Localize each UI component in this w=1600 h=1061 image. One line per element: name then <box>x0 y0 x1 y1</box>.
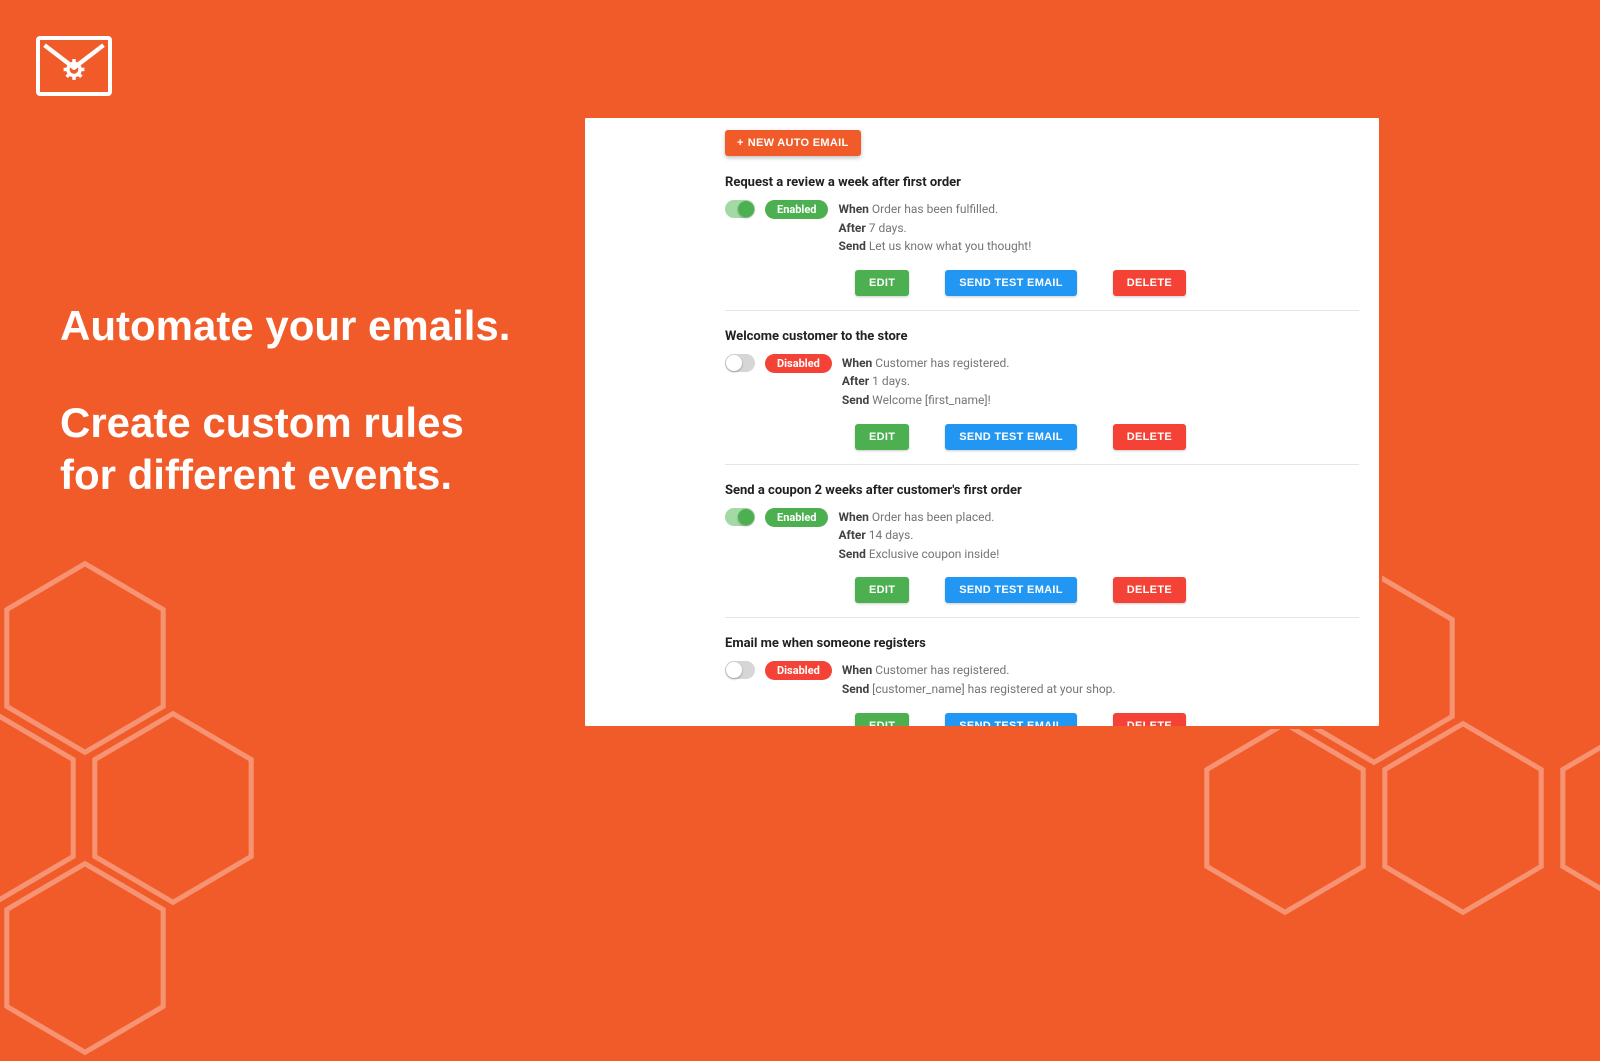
rule-actions: EDIT SEND TEST EMAIL DELETE <box>855 713 1359 729</box>
status-badge: Disabled <box>765 661 832 680</box>
rule-details: When Order has been placed.After 14 days… <box>838 508 999 564</box>
edit-button[interactable]: EDIT <box>855 270 909 296</box>
send-test-button[interactable]: SEND TEST EMAIL <box>945 713 1077 729</box>
rule-title: Send a coupon 2 weeks after customer's f… <box>725 483 1359 498</box>
rule-item: Send a coupon 2 weeks after customer's f… <box>725 464 1359 618</box>
rule-details: When Customer has registered.After 1 day… <box>842 354 1010 410</box>
edit-button[interactable]: EDIT <box>855 713 909 729</box>
rule-details: When Customer has registered.Send [custo… <box>842 661 1116 698</box>
hero-line-1: Automate your emails. <box>60 300 510 353</box>
edit-button[interactable]: EDIT <box>855 577 909 603</box>
new-auto-email-button[interactable]: + NEW AUTO EMAIL <box>725 130 861 156</box>
rule-title: Request a review a week after first orde… <box>725 175 1359 190</box>
rule-details: When Order has been fulfilled.After 7 da… <box>838 200 1031 256</box>
delete-button[interactable]: DELETE <box>1113 270 1186 296</box>
enable-toggle[interactable] <box>725 661 755 679</box>
rule-item: Email me when someone registers Disabled W… <box>725 617 1359 729</box>
enable-toggle[interactable] <box>725 508 755 526</box>
rule-body: Disabled When Customer has registered.Aft… <box>725 354 1359 410</box>
rule-actions: EDIT SEND TEST EMAIL DELETE <box>855 577 1359 603</box>
hero-line-2: Create custom rules for different events… <box>60 397 510 502</box>
enable-toggle[interactable] <box>725 200 755 218</box>
edit-button[interactable]: EDIT <box>855 424 909 450</box>
status-badge: Enabled <box>765 200 828 219</box>
rule-title: Welcome customer to the store <box>725 329 1359 344</box>
hero-copy: Automate your emails. Create custom rule… <box>60 300 510 502</box>
enable-toggle[interactable] <box>725 354 755 372</box>
rule-item: Request a review a week after first orde… <box>725 174 1359 310</box>
auto-email-panel: + NEW AUTO EMAIL Request a review a week… <box>582 115 1382 729</box>
delete-button[interactable]: DELETE <box>1113 577 1186 603</box>
status-badge: Enabled <box>765 508 828 527</box>
send-test-button[interactable]: SEND TEST EMAIL <box>945 577 1077 603</box>
send-test-button[interactable]: SEND TEST EMAIL <box>945 424 1077 450</box>
rule-item: Welcome customer to the store Disabled Whe… <box>725 310 1359 464</box>
rule-actions: EDIT SEND TEST EMAIL DELETE <box>855 424 1359 450</box>
rule-body: Enabled When Order has been fulfilled.Aft… <box>725 200 1359 256</box>
status-badge: Disabled <box>765 354 832 373</box>
delete-button[interactable]: DELETE <box>1113 713 1186 729</box>
rule-body: Disabled When Customer has registered.Sen… <box>725 661 1359 698</box>
plus-icon: + <box>737 137 744 149</box>
rule-title: Email me when someone registers <box>725 636 1359 651</box>
new-auto-email-label: NEW AUTO EMAIL <box>748 137 849 149</box>
send-test-button[interactable]: SEND TEST EMAIL <box>945 270 1077 296</box>
rule-actions: EDIT SEND TEST EMAIL DELETE <box>855 270 1359 296</box>
mail-gear-logo-icon <box>36 36 112 96</box>
rule-body: Enabled When Order has been placed.After … <box>725 508 1359 564</box>
delete-button[interactable]: DELETE <box>1113 424 1186 450</box>
